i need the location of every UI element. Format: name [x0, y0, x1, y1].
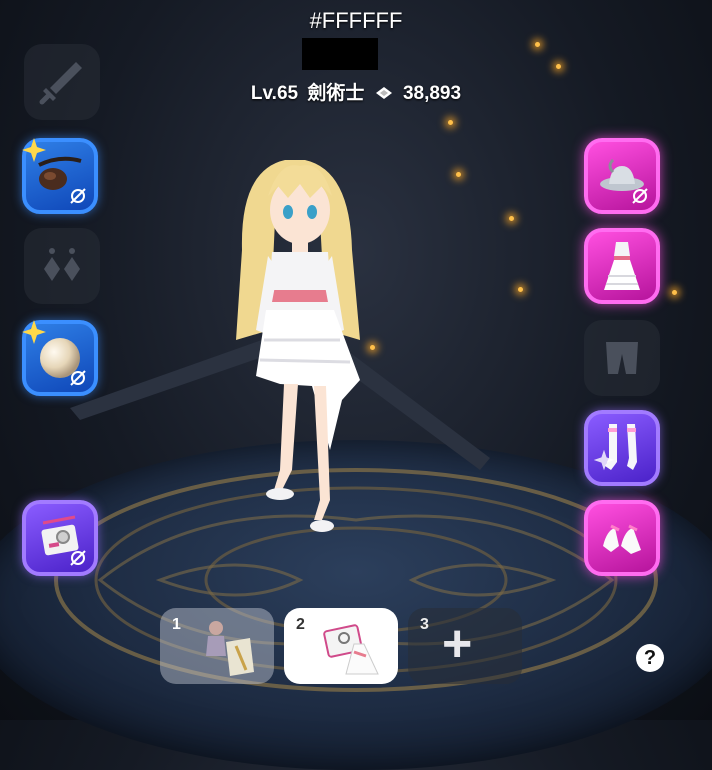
character-job: 劍術士: [307, 83, 365, 104]
preset-number: 3: [420, 616, 429, 633]
preset-number: 1: [172, 616, 181, 633]
outfit-thumbnail: [323, 624, 379, 675]
dress-slot[interactable]: [584, 228, 660, 304]
shoes-icon: [603, 524, 641, 554]
outfit-preset-tabs: 1 2 3 +: [160, 606, 522, 686]
weapon-slot[interactable]: [24, 44, 100, 120]
help-icon[interactable]: ?: [636, 644, 664, 672]
spark: [556, 64, 561, 69]
character-name: #FFFFFF: [309, 8, 403, 33]
outfit-thumbnail: [206, 621, 254, 676]
hidden-toggle-icon[interactable]: [630, 186, 650, 206]
combat-power-icon: [374, 83, 399, 104]
sparkle-icon: [593, 449, 615, 471]
hat-slot[interactable]: [584, 138, 660, 214]
sword-icon: [39, 62, 82, 105]
preset-tab-1[interactable]: 1: [160, 608, 274, 684]
redacted-name-block: [302, 38, 378, 70]
dress-icon: [604, 242, 640, 290]
preset-tab-3[interactable]: 3 +: [408, 608, 522, 684]
character-level: Lv.65: [250, 83, 299, 104]
preset-tab-2[interactable]: 2: [284, 608, 398, 684]
spark: [448, 120, 453, 125]
stockings-slot[interactable]: [584, 410, 660, 486]
shoes-slot[interactable]: [584, 500, 660, 576]
pants-icon: [606, 342, 638, 374]
level-line: Lv.65 劍術士 38,893: [0, 78, 712, 105]
sparkle-icon: [22, 320, 46, 344]
spark: [535, 42, 540, 47]
sparkle-icon: [22, 138, 46, 162]
preset-number: 2: [296, 616, 305, 633]
combat-power: 38,893: [402, 83, 462, 104]
character-model: [70, 160, 490, 532]
add-preset-icon[interactable]: +: [442, 618, 472, 670]
pants-slot[interactable]: [584, 320, 660, 396]
spark: [672, 290, 677, 295]
